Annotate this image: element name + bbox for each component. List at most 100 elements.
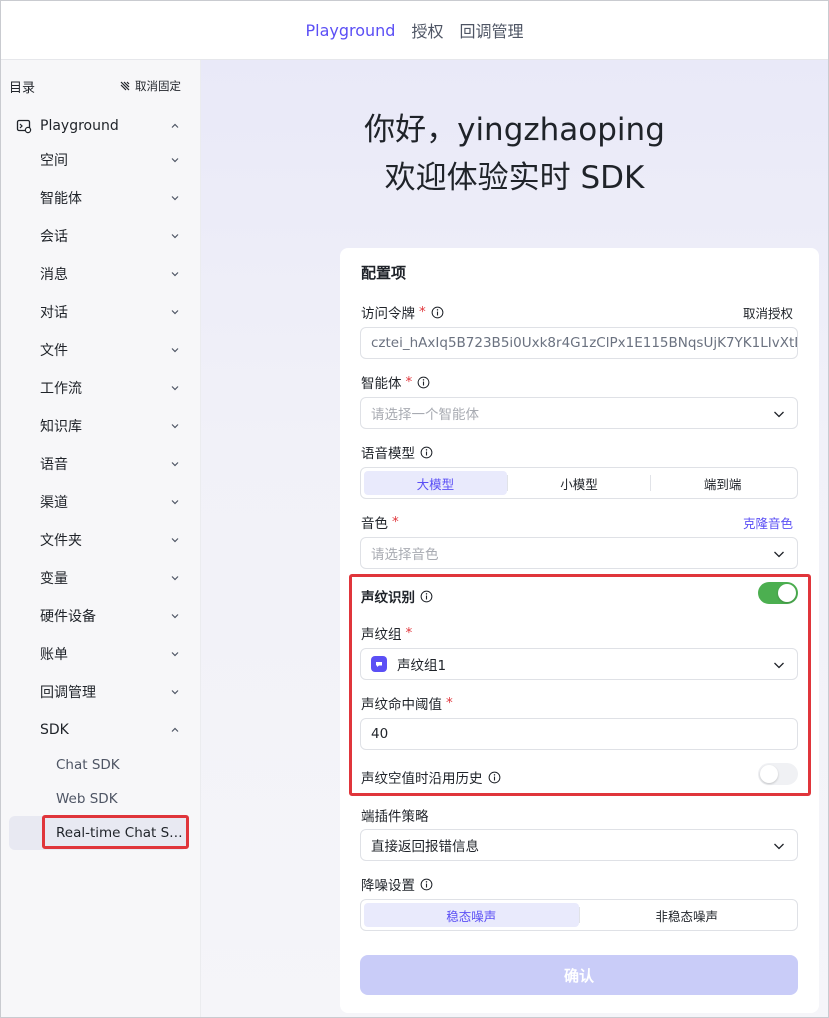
voice-model-segmented: 大模型 小模型 端到端 <box>360 467 798 499</box>
sidebar-subitem-chat-sdk[interactable]: Chat SDK <box>56 754 120 776</box>
sidebar-item-hardware[interactable]: 硬件设备 <box>40 605 180 627</box>
sidebar-item-billing[interactable]: 账单 <box>40 643 180 665</box>
required-mark: * <box>392 514 399 530</box>
voice-model-option-small[interactable]: 小模型 <box>508 471 651 495</box>
sidebar-item-space[interactable]: 空间 <box>40 149 180 171</box>
chevron-down-icon <box>171 272 179 277</box>
unpin-label: 取消固定 <box>135 79 181 93</box>
token-label: 访问令牌 * <box>361 302 444 322</box>
playground-icon <box>16 119 32 134</box>
sidebar-item-callback[interactable]: 回调管理 <box>40 681 180 703</box>
sidebar-item-sdk[interactable]: SDK <box>40 719 180 741</box>
info-icon[interactable] <box>420 878 433 891</box>
chevron-down-icon <box>171 234 179 239</box>
revoke-authorization-link[interactable]: 取消授权 <box>743 302 793 322</box>
highlight-box-voiceprint <box>349 574 811 796</box>
clone-timbre-link[interactable]: 克隆音色 <box>743 512 793 532</box>
chevron-down-icon <box>171 500 179 505</box>
chevron-down-icon <box>171 538 179 543</box>
chevron-down-icon <box>774 411 784 418</box>
sidebar-item-audio[interactable]: 语音 <box>40 453 180 475</box>
sidebar-item-label: 工作流 <box>40 381 82 397</box>
sidebar-item-channel[interactable]: 渠道 <box>40 491 180 513</box>
sidebar-item-variable[interactable]: 变量 <box>40 567 180 589</box>
sidebar-item-label: 文件 <box>40 343 68 359</box>
chevron-down-icon <box>171 386 179 391</box>
sidebar-item-message[interactable]: 消息 <box>40 263 180 285</box>
sidebar-item-file[interactable]: 文件 <box>40 339 180 361</box>
config-title: 配置项 <box>361 264 407 282</box>
info-icon[interactable] <box>420 446 433 459</box>
voice-model-label-text: 语音模型 <box>361 446 415 462</box>
chevron-down-icon <box>774 843 784 850</box>
voice-model-option-e2e[interactable]: 端到端 <box>651 471 794 495</box>
bot-label-text: 智能体 <box>361 376 402 392</box>
timbre-label: 音色 * <box>361 512 399 532</box>
unpin-icon <box>120 81 130 91</box>
chevron-down-icon <box>171 576 179 581</box>
noise-segmented: 稳态噪声 非稳态噪声 <box>360 899 798 931</box>
sidebar-item-knowledge[interactable]: 知识库 <box>40 415 180 437</box>
nav-authorization[interactable]: 授权 <box>411 18 443 42</box>
sidebar-item-folder[interactable]: 文件夹 <box>40 529 180 551</box>
chevron-down-icon <box>171 348 179 353</box>
nav-playground[interactable]: Playground <box>305 21 395 40</box>
sidebar-item-label: 智能体 <box>40 191 82 207</box>
required-mark: * <box>405 374 413 390</box>
sidebar-item-bot[interactable]: 智能体 <box>40 187 180 209</box>
sidebar-item-workflow[interactable]: 工作流 <box>40 377 180 399</box>
highlight-box-sidebar <box>42 815 189 849</box>
info-icon[interactable] <box>417 376 430 389</box>
timbre-select[interactable]: 请选择音色 <box>360 537 798 569</box>
sidebar-item-label: 对话 <box>40 305 68 321</box>
chevron-down-icon <box>171 196 179 201</box>
chevron-down-icon <box>171 424 179 429</box>
voice-model-label: 语音模型 <box>361 442 433 462</box>
sidebar-item-label: 消息 <box>40 267 68 283</box>
plugin-strategy-select[interactable]: 直接返回报错信息 <box>360 829 798 861</box>
sidebar-item-label: 语音 <box>40 457 68 473</box>
greeting-line-1: 你好，yingzhaoping <box>364 112 665 148</box>
chevron-down-icon <box>171 614 179 619</box>
access-token-input[interactable]: cztei_hAxIq5B723B5i0Uxk8r4G1zClPx1E115BN… <box>360 327 798 359</box>
info-icon[interactable] <box>431 306 444 319</box>
bot-label: 智能体 * <box>361 372 430 392</box>
sidebar-item-label: 渠道 <box>40 495 68 511</box>
noise-option-stationary[interactable]: 稳态噪声 <box>364 903 579 927</box>
confirm-button[interactable]: 确认 <box>360 955 798 995</box>
nav-callback-management[interactable]: 回调管理 <box>459 18 523 42</box>
sidebar-item-label: 空间 <box>40 153 68 169</box>
plugin-strategy-value: 直接返回报错信息 <box>371 839 479 855</box>
sidebar-item-label: 会话 <box>40 229 68 245</box>
bot-select-placeholder: 请选择一个智能体 <box>371 407 479 423</box>
sidebar-item-chat[interactable]: 对话 <box>40 301 180 323</box>
noise-label: 降噪设置 <box>361 874 433 894</box>
sidebar-item-label: 账单 <box>40 647 68 663</box>
sidebar-title: 目录 <box>9 80 36 96</box>
sidebar-item-label: Playground <box>40 118 119 134</box>
timbre-select-placeholder: 请选择音色 <box>371 547 439 563</box>
token-label-text: 访问令牌 <box>361 306 415 322</box>
chevron-down-icon <box>171 690 179 695</box>
bot-select[interactable]: 请选择一个智能体 <box>360 397 798 429</box>
greeting: 你好，yingzhaoping 欢迎体验实时 SDK <box>201 106 828 202</box>
greeting-line-2: 欢迎体验实时 SDK <box>384 160 645 196</box>
voice-model-option-large[interactable]: 大模型 <box>364 471 507 495</box>
chevron-down-icon <box>171 462 179 467</box>
chevron-down-icon <box>171 310 179 315</box>
sidebar-item-label: 回调管理 <box>40 685 96 701</box>
sidebar-item-conversation[interactable]: 会话 <box>40 225 180 247</box>
noise-option-nonstationary[interactable]: 非稳态噪声 <box>580 903 795 927</box>
sidebar-item-playground[interactable]: Playground <box>16 115 180 137</box>
sidebar-subitem-web-sdk[interactable]: Web SDK <box>56 788 118 810</box>
sidebar-item-label: 知识库 <box>40 419 82 435</box>
noise-label-text: 降噪设置 <box>361 878 415 894</box>
sidebar-subitem-label: Chat SDK <box>56 757 120 773</box>
timbre-label-text: 音色 <box>361 516 388 532</box>
unpin-button[interactable]: 取消固定 <box>119 78 181 94</box>
sidebar-item-label: 变量 <box>40 571 68 587</box>
sidebar-header: 目录 取消固定 <box>9 76 181 96</box>
sidebar-item-label: SDK <box>40 722 69 738</box>
chevron-down-icon <box>171 158 179 163</box>
sidebar-item-label: 硬件设备 <box>40 609 96 625</box>
